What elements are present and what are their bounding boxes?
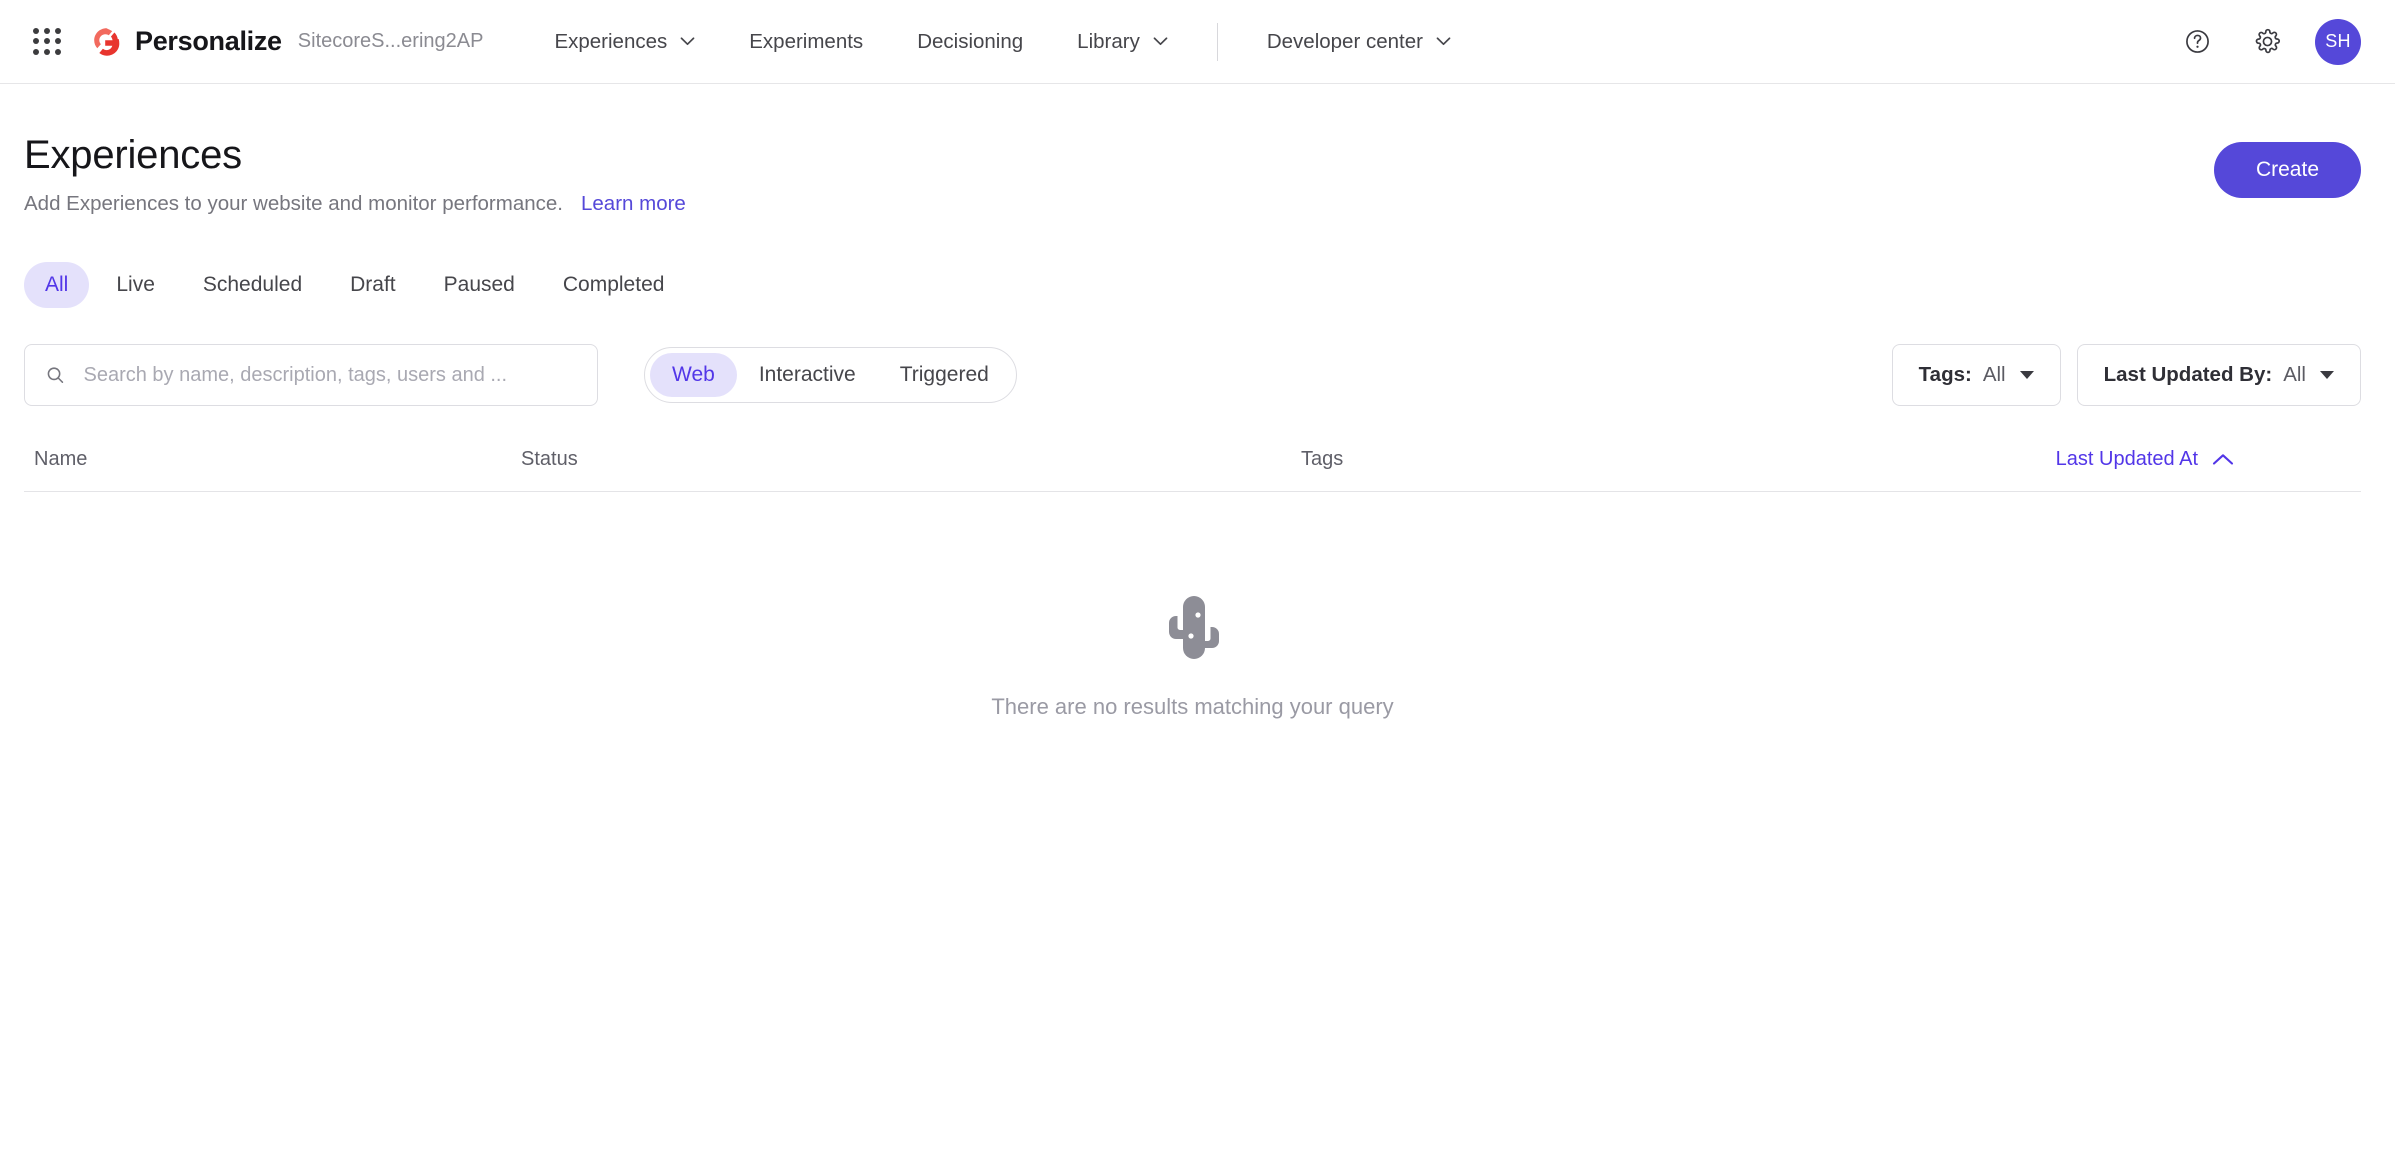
status-tab-scheduled[interactable]: Scheduled: [182, 262, 323, 308]
experience-type-segmented-control: Web Interactive Triggered: [644, 347, 1017, 403]
tenant-name: SitecoreS...ering2AP: [297, 30, 484, 52]
gear-icon[interactable]: [2247, 22, 2287, 62]
status-filter-tabs: All Live Scheduled Draft Paused Complete…: [24, 262, 2361, 308]
last-updated-by-value: All: [2283, 363, 2306, 386]
nav-divider: [1216, 22, 1218, 61]
search-icon: [47, 367, 64, 383]
nav-item-label: Experiences: [554, 29, 668, 53]
last-updated-by-label: Last Updated By:: [2103, 363, 2273, 386]
status-tab-paused[interactable]: Paused: [423, 262, 536, 308]
learn-more-link[interactable]: Learn more: [581, 192, 686, 216]
status-tab-draft[interactable]: Draft: [329, 262, 417, 308]
caret-down-icon: [2019, 371, 2034, 379]
column-header-name: Name: [34, 448, 88, 470]
empty-state: There are no results matching your query: [24, 492, 2361, 720]
table-header-row: Name Status Tags Last Updated At: [24, 448, 2361, 492]
page-title: Experiences: [24, 133, 242, 177]
help-circle-icon[interactable]: [2177, 22, 2217, 62]
nav-item-label: Decisioning: [917, 29, 1024, 53]
avatar-initials: SH: [2325, 31, 2351, 51]
nav-item-experiences[interactable]: Experiences: [527, 30, 722, 54]
chevron-up-icon: [2212, 454, 2234, 465]
create-button[interactable]: Create: [2213, 142, 2361, 198]
brand-home-link[interactable]: Personalize: [90, 26, 282, 58]
filter-dropdowns: Tags: All Last Updated By: All: [1891, 344, 2361, 406]
page-header-text: Experiences Add Experiences to your webs…: [24, 132, 686, 216]
nav-item-decisioning[interactable]: Decisioning: [890, 30, 1050, 54]
column-header-tags: Tags: [1301, 448, 1344, 470]
tags-filter-value: All: [1982, 363, 2006, 386]
page-subtitle-row: Add Experiences to your website and moni…: [24, 192, 686, 216]
search-box[interactable]: [24, 344, 598, 406]
grid-apps-icon[interactable]: [30, 25, 64, 59]
sitecore-logo-icon: [90, 26, 122, 58]
top-navigation-bar: Personalize SitecoreS...ering2AP Experie…: [0, 0, 2395, 84]
nav-item-experiments[interactable]: Experiments: [722, 30, 890, 54]
page-subtitle: Add Experiences to your website and moni…: [24, 192, 563, 215]
chevron-down-icon: [1436, 37, 1451, 46]
nav-item-library[interactable]: Library: [1050, 30, 1195, 54]
last-updated-by-filter-dropdown[interactable]: Last Updated By: All: [2076, 344, 2361, 406]
chevron-down-icon: [1153, 37, 1168, 46]
chevron-down-icon: [680, 37, 695, 46]
column-header-last-updated-at[interactable]: Last Updated At: [2056, 448, 2361, 471]
avatar[interactable]: SH: [2315, 18, 2361, 65]
nav-item-label: Experiments: [749, 29, 864, 53]
nav-item-label: Developer center: [1266, 29, 1423, 53]
status-tab-completed[interactable]: Completed: [542, 262, 686, 308]
status-tab-all[interactable]: All: [24, 262, 90, 308]
empty-state-message: There are no results matching your query: [991, 694, 1394, 719]
search-input[interactable]: [81, 362, 577, 388]
status-tab-live[interactable]: Live: [95, 262, 176, 308]
column-header-status: Status: [521, 448, 578, 470]
caret-down-icon: [2320, 371, 2334, 379]
tags-filter-label: Tags:: [1918, 363, 1972, 386]
nav-item-developer-center[interactable]: Developer center: [1240, 30, 1478, 54]
segment-web[interactable]: Web: [650, 353, 737, 397]
nav-item-label: Library: [1077, 29, 1140, 53]
page-container: Experiences Add Experiences to your webs…: [0, 84, 2395, 720]
filter-toolbar: Web Interactive Triggered Tags: All Last…: [24, 344, 2361, 406]
primary-nav: Experiences Experiments Decisioning Libr…: [527, 0, 1478, 83]
brand-name: Personalize: [135, 26, 282, 56]
segment-interactive[interactable]: Interactive: [737, 353, 878, 397]
cactus-icon: [1168, 596, 1219, 659]
page-header: Experiences Add Experiences to your webs…: [24, 84, 2361, 216]
column-header-label: Last Updated At: [2055, 448, 2198, 470]
segment-triggered[interactable]: Triggered: [878, 353, 1011, 397]
tags-filter-dropdown[interactable]: Tags: All: [1891, 344, 2061, 406]
